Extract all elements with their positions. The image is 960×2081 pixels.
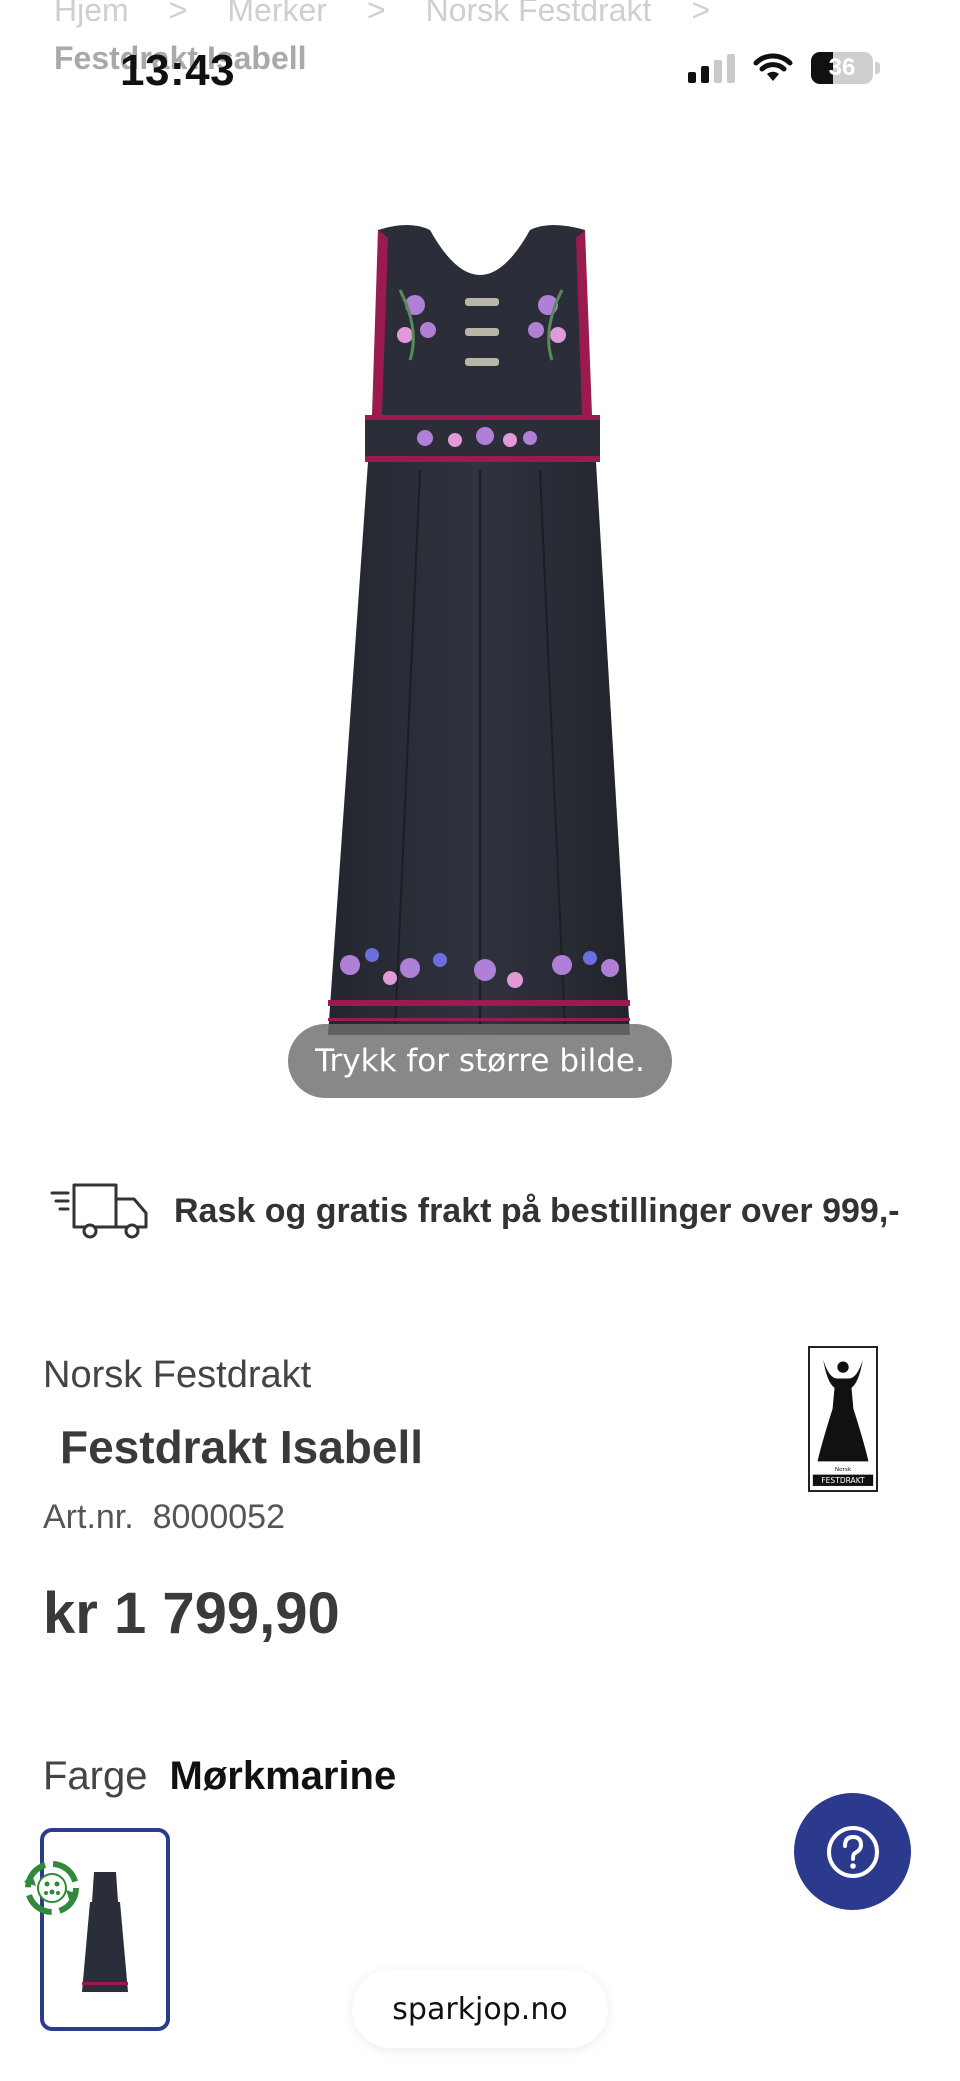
- breadcrumb-separator: >: [691, 0, 711, 28]
- help-button[interactable]: [794, 1793, 911, 1910]
- brand-logo-text: FESTDRAKT: [821, 1476, 865, 1485]
- brand-name[interactable]: Norsk Festdrakt: [43, 1354, 311, 1397]
- artnr-value: 8000052: [152, 1498, 285, 1536]
- color-value: Mørkmarine: [169, 1754, 397, 1798]
- product-image[interactable]: [300, 210, 660, 1090]
- zoom-hint[interactable]: Trykk for større bilde.: [288, 1024, 672, 1098]
- breadcrumb-item-brand[interactable]: Norsk Festdrakt: [426, 0, 652, 34]
- color-label: Farge: [43, 1754, 148, 1798]
- brand-logo[interactable]: Norsk FESTDRAKT: [808, 1346, 878, 1492]
- question-icon: [826, 1825, 879, 1878]
- battery-level: 36: [828, 54, 856, 81]
- breadcrumb-separator: >: [168, 0, 188, 28]
- article-number: Art.nr. 8000052: [43, 1498, 285, 1537]
- recycle-icon[interactable]: [16, 1852, 88, 1924]
- breadcrumb-separator: >: [366, 0, 386, 28]
- battery-icon: 36: [811, 52, 873, 84]
- shipping-text: Rask og gratis frakt på bestillinger ove…: [174, 1191, 900, 1230]
- color-selector: Farge Mørkmarine: [43, 1754, 396, 1799]
- truck-icon: [50, 1183, 148, 1239]
- product-price: kr 1 799,90: [43, 1581, 340, 1646]
- browser-url-bar[interactable]: sparkjop.no: [352, 1970, 608, 2048]
- status-time: 13:43: [120, 46, 236, 95]
- brand-logo-small: Norsk: [835, 1467, 852, 1473]
- product-title: Festdrakt Isabell: [60, 1421, 424, 1473]
- breadcrumb-item-home[interactable]: Hjem: [54, 0, 129, 34]
- shipping-banner: Rask og gratis frakt på bestillinger ove…: [50, 1176, 930, 1246]
- breadcrumb-item-brands[interactable]: Merker: [227, 0, 327, 34]
- signal-icon: [688, 53, 735, 83]
- wifi-icon: [753, 53, 793, 81]
- status-icons: 36: [688, 52, 880, 84]
- artnr-label: Art.nr.: [43, 1498, 134, 1536]
